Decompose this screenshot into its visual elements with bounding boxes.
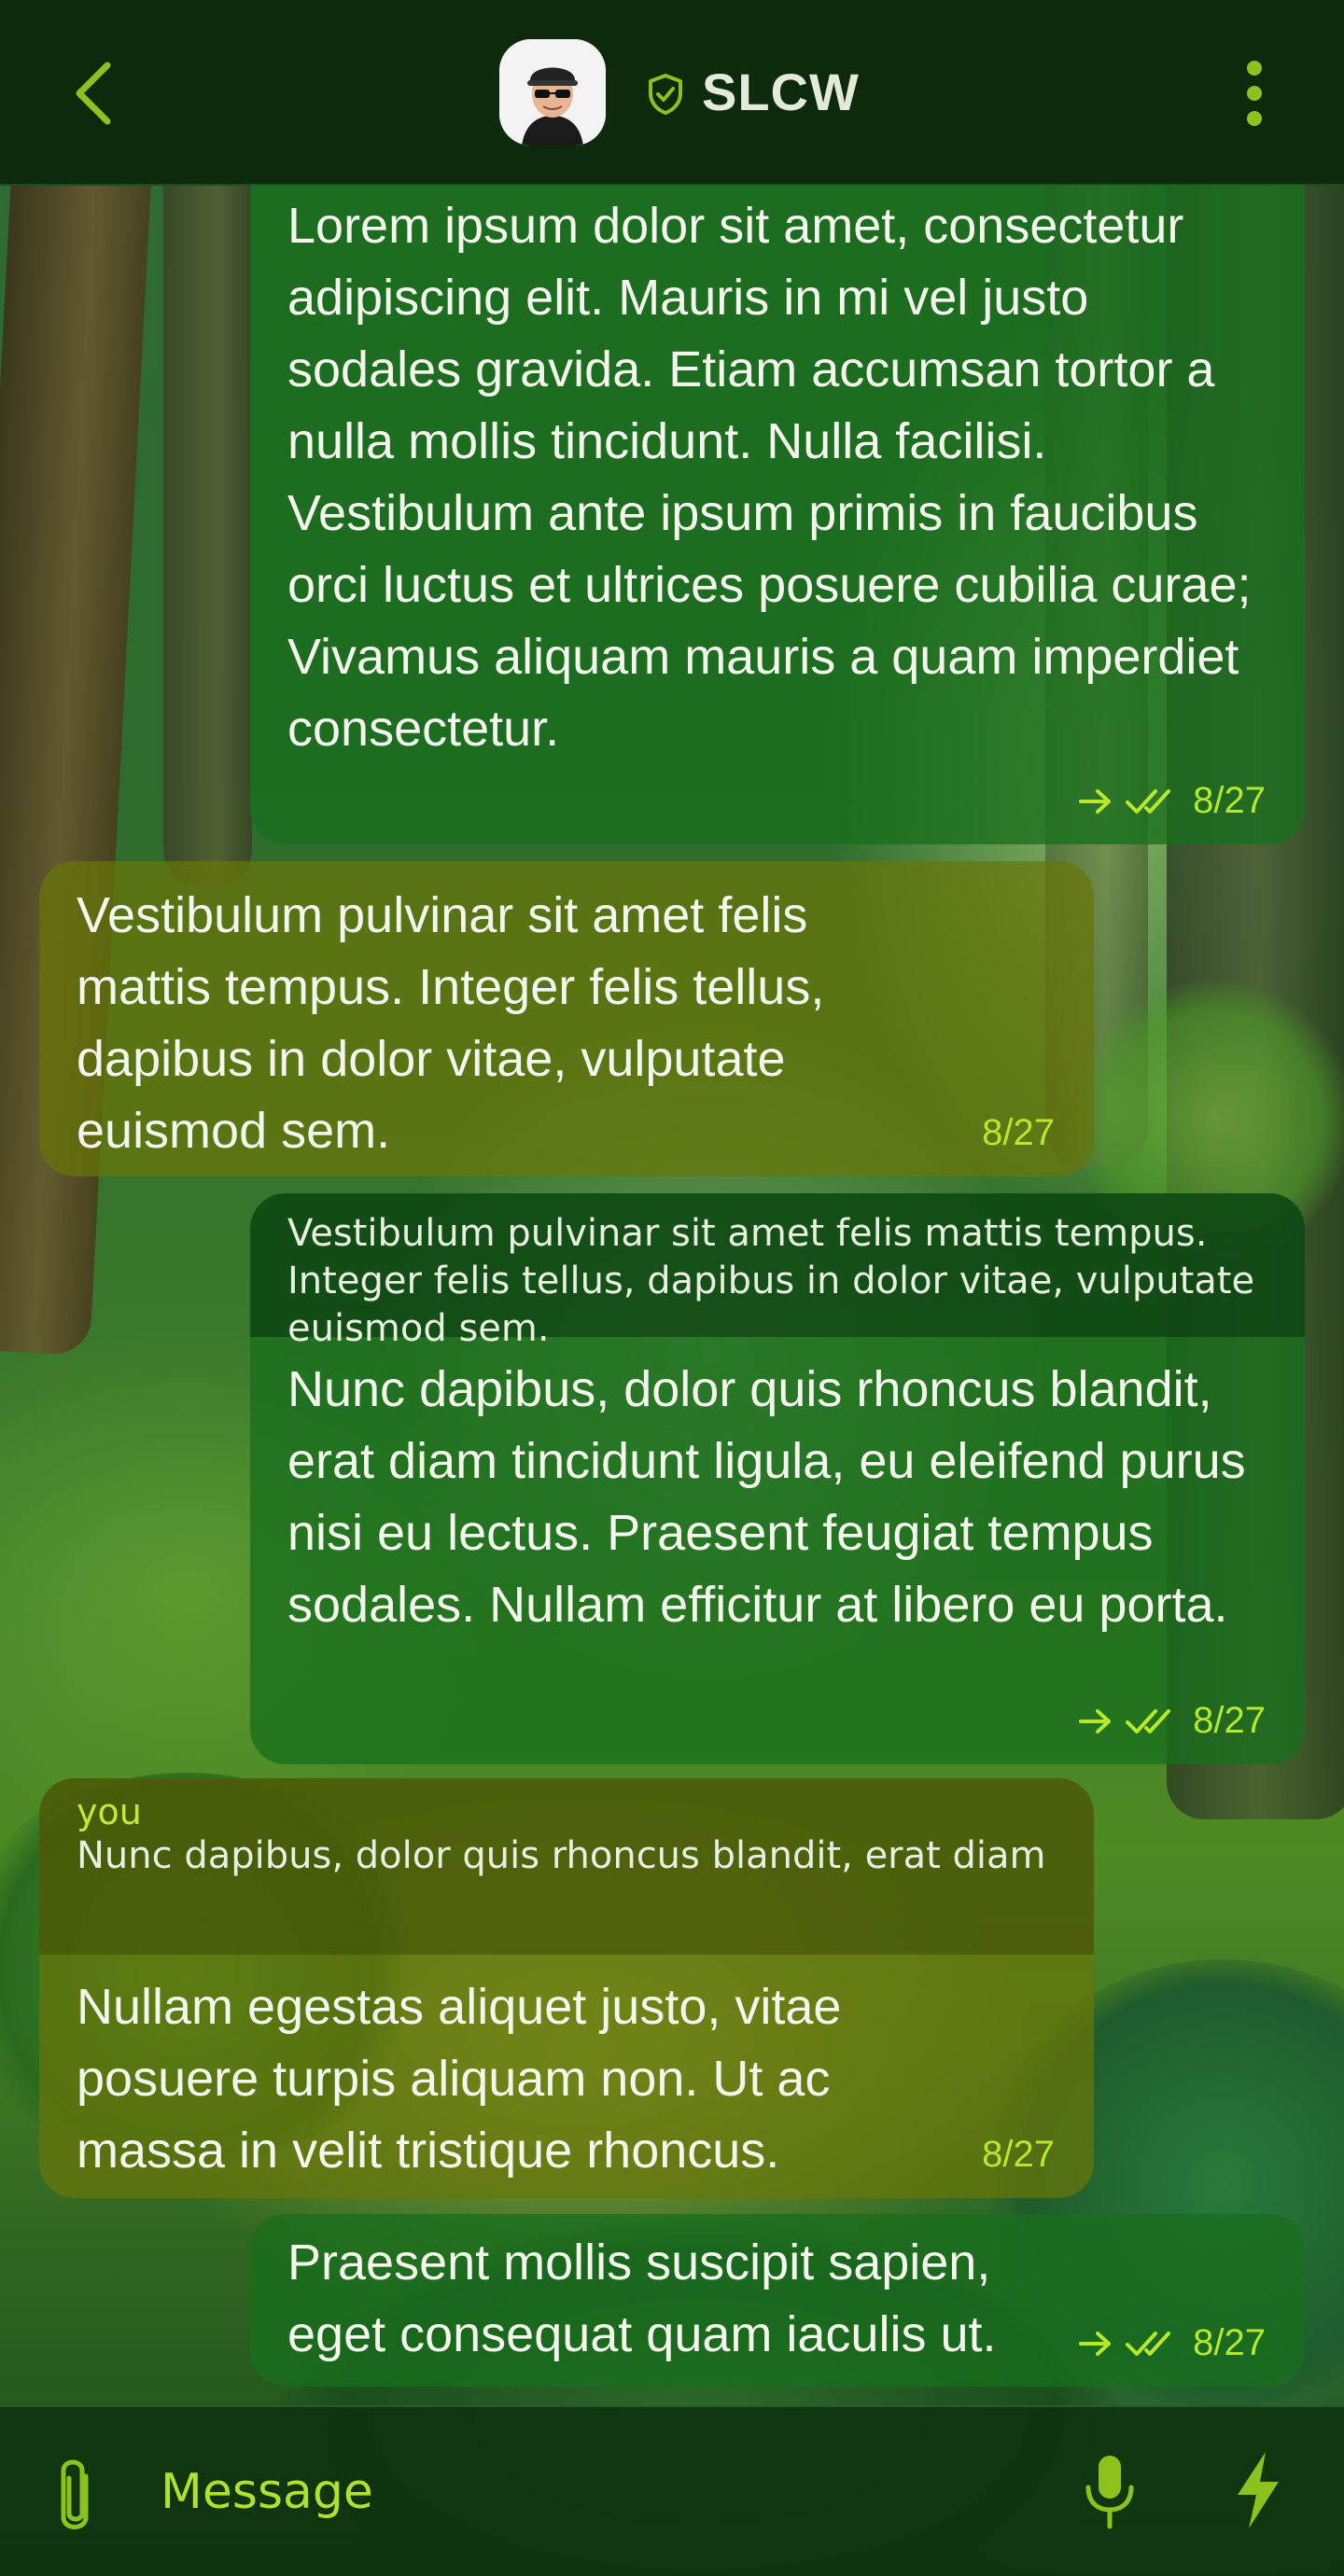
reply-quote[interactable]: you Nunc dapibus, dolor quis rhoncus bla… — [39, 1778, 1094, 1955]
double-check-icon — [1126, 788, 1171, 814]
avatar[interactable] — [499, 39, 606, 146]
message-bubble-incoming[interactable]: Vestibulum pulvinar sit amet felis matti… — [39, 861, 1094, 1177]
message-text: Lorem ipsum dolor sit amet, consectetur … — [287, 198, 1252, 757]
back-button[interactable] — [65, 56, 121, 131]
reply-author: you — [77, 1791, 142, 1832]
attach-button[interactable] — [49, 2456, 101, 2540]
message-text: Nunc dapibus, dolor quis rhoncus blandit… — [287, 1361, 1246, 1633]
more-options-button[interactable] — [1232, 61, 1277, 126]
message-time: 8/27 — [982, 2134, 1055, 2175]
message-time: 8/27 — [982, 1112, 1055, 1153]
forwarded-arrow-icon — [1079, 1708, 1112, 1734]
chat-header: SLCW — [0, 0, 1344, 186]
lightning-bolt-icon — [1238, 2452, 1279, 2528]
message-meta: 8/27 — [982, 2134, 1055, 2176]
message-text: Nullam egestas aliquet justo, vitae posu… — [77, 1979, 842, 2179]
shield-check-icon — [649, 74, 682, 115]
message-bubble-incoming[interactable]: you Nunc dapibus, dolor quis rhoncus bla… — [39, 1778, 1094, 2198]
reply-text: Nunc dapibus, dolor quis rhoncus blandit… — [77, 1834, 1057, 1877]
message-text: Vestibulum pulvinar sit amet felis matti… — [77, 887, 825, 1159]
microphone-icon — [1085, 2456, 1134, 2529]
chevron-left-icon — [76, 62, 111, 125]
message-meta: 8/27 — [1079, 2322, 1266, 2364]
send-button[interactable] — [1232, 2450, 1284, 2530]
paperclip-icon — [61, 2459, 89, 2529]
message-time: 8/27 — [1193, 1700, 1266, 1741]
tree-trunk — [163, 140, 252, 886]
chat-title[interactable]: SLCW — [702, 62, 860, 122]
message-meta: 8/27 — [1079, 780, 1266, 822]
forwarded-arrow-icon — [1079, 788, 1112, 814]
more-vertical-icon — [1247, 61, 1262, 76]
message-input[interactable] — [159, 2454, 1002, 2530]
forwarded-arrow-icon — [1079, 2331, 1112, 2356]
reply-quote[interactable]: Vestibulum pulvinar sit amet felis matti… — [250, 1193, 1305, 1350]
double-check-icon — [1126, 2331, 1171, 2356]
menu-dot — [1247, 86, 1262, 101]
message-bubble-outgoing[interactable]: Lorem ipsum dolor sit amet, consectetur … — [250, 185, 1305, 844]
message-meta: 8/27 — [982, 1112, 1055, 1154]
voice-message-button[interactable] — [1083, 2454, 1137, 2530]
reply-text: Vestibulum pulvinar sit amet felis matti… — [287, 1212, 1255, 1350]
message-bubble-outgoing[interactable]: Vestibulum pulvinar sit amet felis matti… — [250, 1193, 1305, 1764]
message-composer — [0, 2405, 1344, 2576]
menu-dot — [1247, 111, 1262, 126]
message-bubble-outgoing[interactable]: Praesent mollis suscipit sapien, eget co… — [250, 2214, 1305, 2387]
message-time: 8/27 — [1193, 2322, 1266, 2363]
double-check-icon — [1126, 1708, 1171, 1734]
message-time: 8/27 — [1193, 780, 1266, 821]
message-meta: 8/27 — [1079, 1700, 1266, 1742]
